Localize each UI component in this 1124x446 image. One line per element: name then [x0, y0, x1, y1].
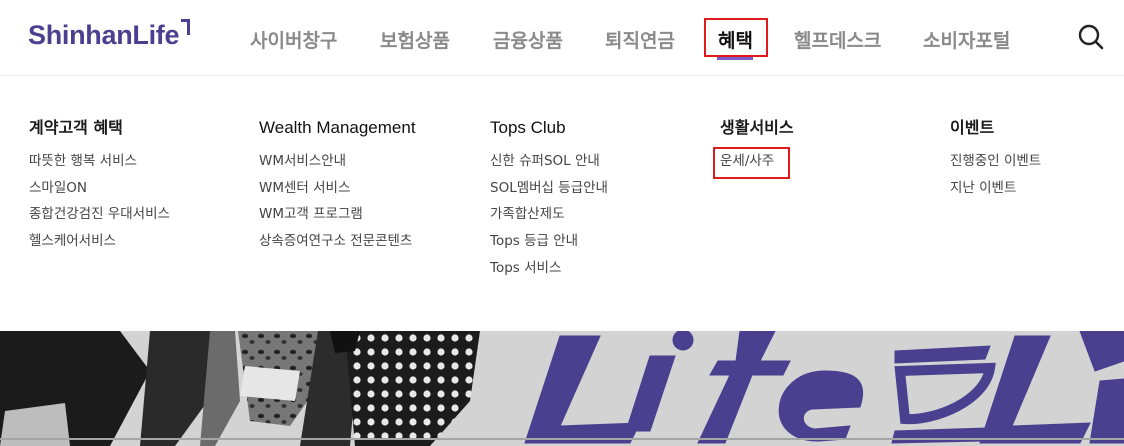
search-icon[interactable]: [1078, 24, 1104, 50]
menu-link[interactable]: 따뜻한 행복 서비스: [29, 151, 170, 178]
menu-link[interactable]: 스마일ON: [29, 178, 170, 205]
nav-item-insurance-products[interactable]: 보험상품: [380, 26, 450, 53]
site-header: ShinhanLife 사이버창구 보험상품 금융상품 퇴직연금 혜택 헬프데스…: [0, 0, 1124, 76]
menu-column-customer-benefits: 계약고객 혜택 따뜻한 행복 서비스 스마일ON 종합건강검진 우대서비스 헬스…: [29, 118, 170, 258]
column-title: 이벤트: [950, 118, 995, 137]
menu-link[interactable]: 상속증여연구소 전문콘텐츠: [259, 231, 416, 258]
menu-link[interactable]: 지난 이벤트: [950, 178, 1041, 205]
menu-link[interactable]: 진행중인 이벤트: [950, 151, 1041, 178]
column-title: Tops Club: [490, 118, 566, 137]
menu-link[interactable]: 가족합산제도: [490, 204, 608, 231]
logo-text: ShinhanLife: [28, 20, 180, 50]
menu-link[interactable]: 헬스케어서비스: [29, 231, 170, 258]
nav-item-consumer-portal[interactable]: 소비자포털: [923, 26, 1010, 53]
menu-column-wealth-management: Wealth Management WM서비스안내 WM센터 서비스 WM고객 …: [259, 118, 416, 258]
nav-item-benefits[interactable]: 혜택: [718, 26, 753, 53]
menu-link[interactable]: SOL멤버십 등급안내: [490, 178, 608, 205]
menu-link[interactable]: WM서비스안내: [259, 151, 416, 178]
nav-item-help-desk[interactable]: 헬프데스크: [794, 26, 881, 53]
menu-column-life-services: 생활서비스 운세/사주: [720, 118, 794, 178]
benefits-mega-menu: 계약고객 혜택 따뜻한 행복 서비스 스마일ON 종합건강검진 우대서비스 헬스…: [0, 77, 1124, 331]
menu-link[interactable]: Tops 등급 안내: [490, 231, 608, 258]
nav-item-retirement-pension[interactable]: 퇴직연금: [605, 26, 675, 53]
column-title: 계약고객 혜택: [29, 118, 123, 137]
menu-link-fortune[interactable]: 운세/사주: [720, 151, 794, 178]
column-title: 생활서비스: [720, 118, 794, 137]
menu-column-tops-club: Tops Club 신한 슈퍼SOL 안내 SOL멤버십 등급안내 가족합산제도…: [490, 118, 608, 284]
menu-link[interactable]: 신한 슈퍼SOL 안내: [490, 151, 608, 178]
menu-link[interactable]: 종합건강검진 우대서비스: [29, 204, 170, 231]
nav-item-financial-products[interactable]: 금융상품: [493, 26, 563, 53]
promo-banner[interactable]: [0, 331, 1124, 446]
banner-artwork: [0, 331, 1124, 446]
nav-active-underline: [717, 57, 753, 60]
menu-link[interactable]: WM센터 서비스: [259, 178, 416, 205]
shinhanlife-logo[interactable]: ShinhanLife: [28, 19, 191, 51]
menu-link[interactable]: WM고객 프로그램: [259, 204, 416, 231]
menu-link[interactable]: Tops 서비스: [490, 258, 608, 285]
nav-item-cyber-branch[interactable]: 사이버창구: [250, 26, 337, 53]
column-title: Wealth Management: [259, 118, 416, 137]
menu-column-events: 이벤트 진행중인 이벤트 지난 이벤트: [950, 118, 1041, 204]
logo-mark-icon: [181, 19, 191, 35]
